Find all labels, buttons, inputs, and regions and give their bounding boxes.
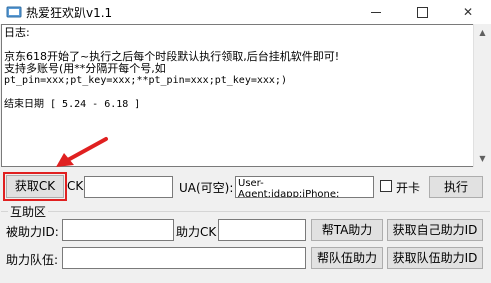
execute-button[interactable]: 执行 xyxy=(429,176,483,198)
help-ck-label: 助力CK xyxy=(176,225,217,239)
scroll-down-icon[interactable]: ▼ xyxy=(474,150,491,167)
team-input[interactable] xyxy=(62,247,306,269)
ua-input[interactable]: User- Agent:jdapp;iPhone; xyxy=(235,176,374,198)
get-own-id-button[interactable]: 获取自己助力ID xyxy=(387,219,483,241)
help-ta-button[interactable]: 帮TA助力 xyxy=(311,219,383,241)
title-bar: 热爱狂欢趴v1.1 ✕ xyxy=(0,0,491,24)
log-line: 日志: xyxy=(4,26,30,39)
red-arrow-annotation xyxy=(56,137,108,167)
help-team-button[interactable]: 帮队伍助力 xyxy=(311,247,383,269)
get-ck-button[interactable]: 获取CK xyxy=(6,175,64,198)
window-title: 热爱狂欢趴v1.1 xyxy=(26,6,113,20)
log-line: 结束日期 [ 5.24 - 6.18 ] xyxy=(4,99,141,110)
helped-id-input[interactable] xyxy=(62,219,174,241)
minimize-icon xyxy=(371,12,381,13)
ck-label: CK xyxy=(67,179,84,193)
helped-id-label: 被助力ID: xyxy=(6,225,59,239)
minimize-button[interactable] xyxy=(353,0,399,24)
ck-input[interactable] xyxy=(84,176,173,198)
log-line: 支持多账号(用**分隔开每个号,如 xyxy=(4,62,166,75)
close-button[interactable]: ✕ xyxy=(445,0,491,24)
open-card-label: 开卡 xyxy=(396,181,421,195)
open-card-checkbox[interactable] xyxy=(380,180,392,192)
team-label: 助力队伍: xyxy=(6,253,59,267)
maximize-icon xyxy=(416,7,428,18)
maximize-button[interactable] xyxy=(399,0,445,24)
close-icon: ✕ xyxy=(462,5,474,19)
scroll-up-icon[interactable]: ▲ xyxy=(474,24,491,41)
ua-label: UA(可空): xyxy=(179,181,234,195)
help-ck-input[interactable] xyxy=(218,219,306,241)
get-team-id-button[interactable]: 获取队伍助力ID xyxy=(387,247,483,269)
app-icon xyxy=(6,6,22,18)
log-line: pt_pin=xxx;pt_key=xxx;**pt_pin=xxx;pt_ke… xyxy=(4,75,287,86)
log-scrollbar[interactable]: ▲ ▼ xyxy=(473,24,491,167)
help-section-title: 互助区 xyxy=(8,203,49,220)
